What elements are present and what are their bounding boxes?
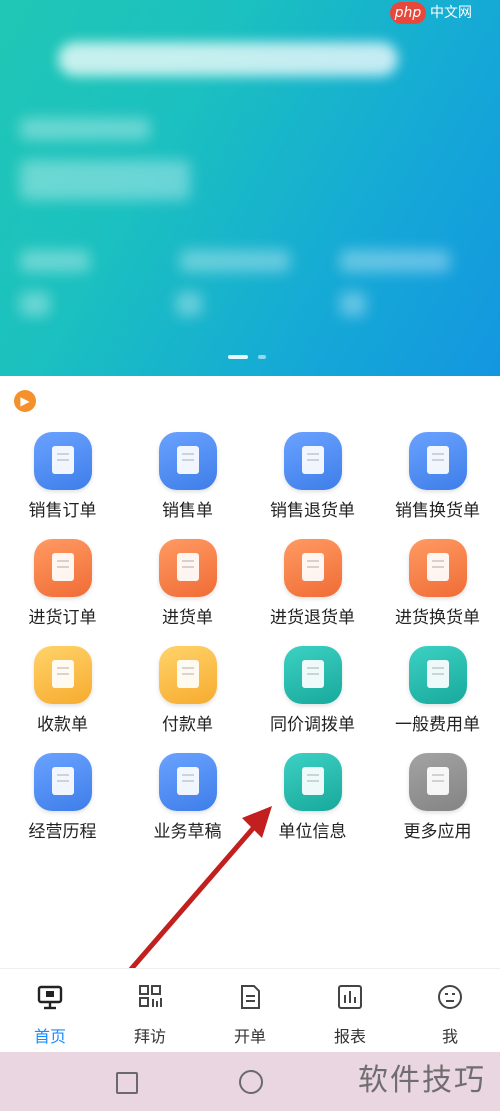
watermark-php-logo: php 中文网 — [390, 2, 490, 24]
watermark-text: 软件技巧 — [358, 1063, 486, 1098]
quick-action-sales-exchange[interactable]: 销售换货单 — [375, 430, 500, 535]
quick-action-label: 销售换货单 — [395, 501, 480, 521]
quick-action-expense[interactable]: 一般费用单 — [375, 644, 500, 749]
tab-profile[interactable]: 我 — [400, 969, 500, 1053]
sales-receipt-icon — [159, 432, 217, 490]
quick-action-label: 销售订单 — [28, 501, 97, 521]
tab-report[interactable]: 报表 — [300, 969, 400, 1053]
visit-icon — [139, 985, 162, 1007]
purchase-order-icon — [34, 539, 92, 597]
profile-icon — [438, 985, 462, 1009]
quick-action-purchase-receipt[interactable]: 进货单 — [125, 537, 250, 642]
tab-label: 首页 — [33, 1027, 66, 1046]
quick-action-sales-receipt[interactable]: 销售单 — [125, 430, 250, 535]
announcement-icon[interactable]: ▶ — [14, 390, 36, 412]
quick-action-label: 业务草稿 — [153, 822, 222, 842]
blurred-text — [340, 292, 366, 316]
quick-action-purchase-order[interactable]: 进货订单 — [0, 537, 125, 642]
quick-action-label: 进货退货单 — [270, 608, 355, 628]
carousel-indicator — [228, 355, 272, 361]
home-icon — [37, 985, 63, 1010]
home-banner[interactable] — [0, 0, 500, 376]
sales-exchange-icon — [409, 432, 467, 490]
expense-icon — [409, 646, 467, 704]
quick-action-unit-info[interactable]: 单位信息 — [250, 751, 375, 856]
tab-visit[interactable]: 拜访 — [100, 969, 200, 1053]
tab-label: 报表 — [333, 1027, 366, 1046]
quick-action-sales-order[interactable]: 销售订单 — [0, 430, 125, 535]
quick-action-label: 付款单 — [162, 715, 213, 735]
quick-action-payment[interactable]: 付款单 — [125, 644, 250, 749]
purchase-return-icon — [284, 539, 342, 597]
quick-action-label: 同价调拨单 — [270, 715, 355, 735]
home-button[interactable] — [239, 1070, 263, 1094]
quick-action-label: 销售退货单 — [270, 501, 355, 521]
quick-action-label: 进货单 — [162, 608, 213, 628]
unit-info-icon — [284, 753, 342, 811]
tab-label: 我 — [441, 1027, 458, 1046]
order-icon — [241, 985, 260, 1009]
draft-icon — [159, 753, 217, 811]
quick-action-collection[interactable]: 收款单 — [0, 644, 125, 749]
quick-action-label: 一般费用单 — [395, 715, 480, 735]
quick-action-purchase-exchange[interactable]: 进货换货单 — [375, 537, 500, 642]
blurred-amount — [20, 160, 190, 200]
transfer-icon — [284, 646, 342, 704]
blurred-text — [176, 292, 202, 316]
quick-action-purchase-return[interactable]: 进货退货单 — [250, 537, 375, 642]
blurred-text — [340, 250, 450, 272]
tab-label: 拜访 — [133, 1027, 166, 1046]
blurred-text — [20, 292, 50, 316]
quick-action-sales-return[interactable]: 销售退货单 — [250, 430, 375, 535]
more-apps-icon — [409, 753, 467, 811]
recent-apps-button[interactable] — [116, 1072, 138, 1094]
report-icon — [338, 985, 362, 1009]
quick-action-draft[interactable]: 业务草稿 — [125, 751, 250, 856]
tab-order[interactable]: 开单 — [200, 969, 300, 1053]
blurred-search-bar — [58, 42, 398, 76]
php-site-name: 中文网 — [430, 5, 472, 21]
quick-action-label: 更多应用 — [403, 822, 472, 842]
tab-home[interactable]: 首页 — [0, 969, 100, 1053]
blurred-text — [20, 250, 90, 272]
tab-label: 开单 — [233, 1027, 266, 1046]
blurred-text — [180, 250, 290, 272]
collection-icon — [34, 646, 92, 704]
sales-order-icon — [34, 432, 92, 490]
business-history-icon — [34, 753, 92, 811]
quick-action-label: 经营历程 — [28, 822, 97, 842]
quick-action-label: 单位信息 — [278, 822, 347, 842]
quick-action-label: 收款单 — [37, 715, 88, 735]
blurred-text — [20, 118, 150, 140]
quick-action-more-apps[interactable]: 更多应用 — [375, 751, 500, 856]
quick-action-label: 进货换货单 — [395, 608, 480, 628]
payment-icon — [159, 646, 217, 704]
bottom-tab-bar: 首页 拜访 开单 报表 我 — [0, 968, 500, 1053]
quick-action-label: 销售单 — [162, 501, 213, 521]
purchase-exchange-icon — [409, 539, 467, 597]
quick-action-label: 进货订单 — [28, 608, 97, 628]
sales-return-icon — [284, 432, 342, 490]
quick-action-business-history[interactable]: 经营历程 — [0, 751, 125, 856]
php-badge: php — [390, 2, 426, 24]
quick-action-transfer[interactable]: 同价调拨单 — [250, 644, 375, 749]
purchase-receipt-icon — [159, 539, 217, 597]
